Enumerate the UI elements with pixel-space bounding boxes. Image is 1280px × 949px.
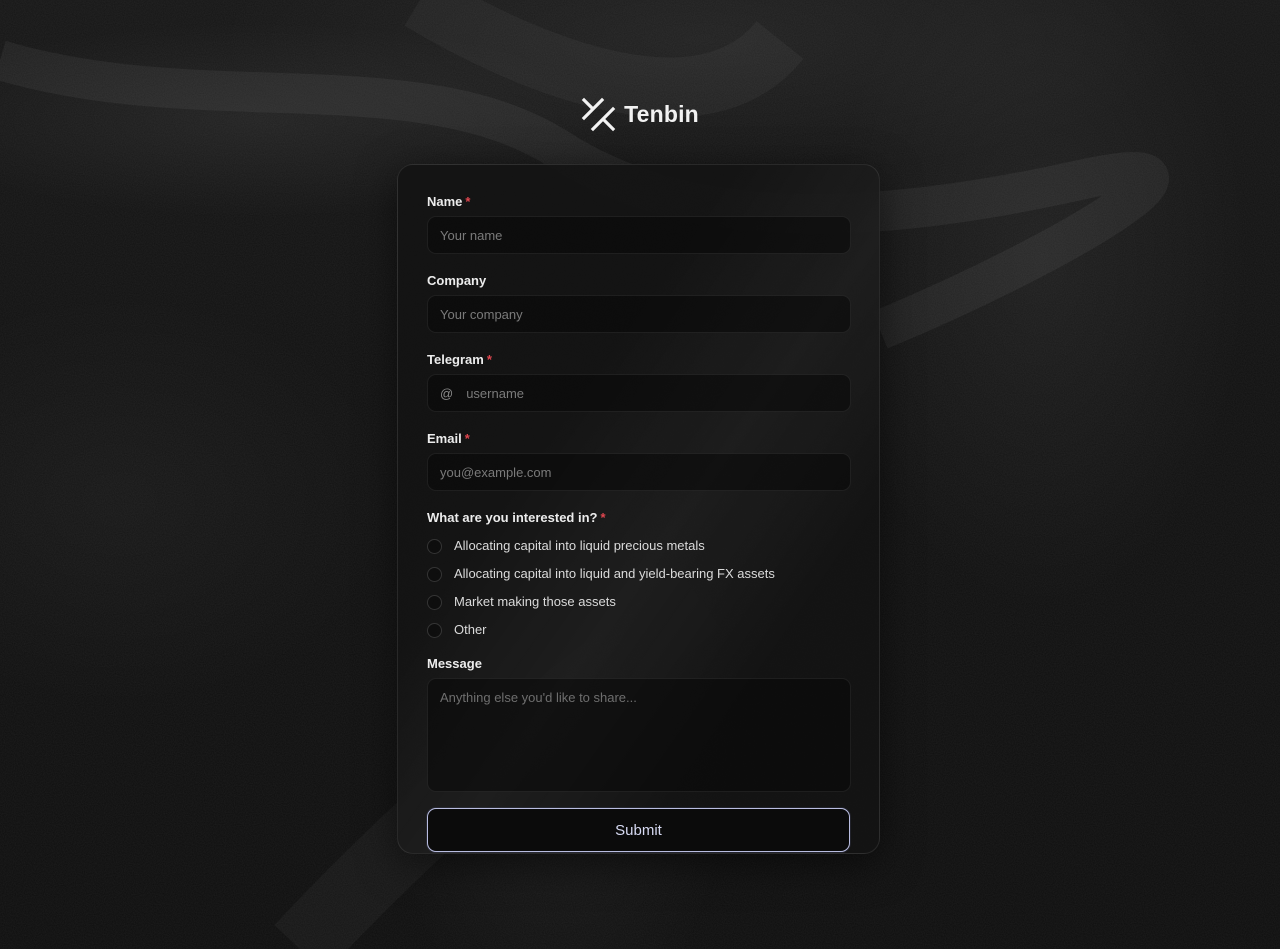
option-label: Other xyxy=(454,621,487,637)
company-input[interactable]: Your company xyxy=(427,295,851,333)
name-group: Name * Your name xyxy=(427,193,851,254)
interest-label: What are you interested in? * xyxy=(427,510,606,525)
name-input[interactable]: Your name xyxy=(427,216,851,254)
message-group: Message Anything else you'd like to shar… xyxy=(427,655,851,792)
required-mark: * xyxy=(465,194,471,209)
email-input[interactable]: you@example.com xyxy=(427,453,851,491)
at-prefix: @ xyxy=(440,385,454,401)
interest-options: Allocating capital into liquid precious … xyxy=(427,531,850,643)
message-textarea[interactable]: Anything else you'd like to share... xyxy=(427,678,851,792)
interest-option-other[interactable]: Other xyxy=(427,615,850,643)
telegram-input[interactable]: @ username xyxy=(427,374,851,412)
interest-group: What are you interested in? * Allocating … xyxy=(427,509,850,643)
radio-button[interactable] xyxy=(427,595,442,610)
company-label: Company xyxy=(427,273,487,288)
brand-header: Tenbin xyxy=(0,97,1280,132)
contact-form-card: Name * Your name Company Your company Tel… xyxy=(397,164,880,854)
submit-button[interactable]: Submit xyxy=(427,808,850,852)
option-label: Market making those assets xyxy=(454,593,616,609)
option-label: Allocating capital into liquid and yield… xyxy=(454,565,775,581)
company-placeholder: Your company xyxy=(440,306,523,322)
telegram-label: Telegram * xyxy=(427,352,492,367)
telegram-placeholder: username xyxy=(466,385,525,401)
telegram-group: Telegram * @ username xyxy=(427,351,851,412)
option-label: Allocating capital into liquid precious … xyxy=(454,537,705,553)
required-mark: * xyxy=(464,431,470,446)
interest-option-fx-assets[interactable]: Allocating capital into liquid and yield… xyxy=(427,559,850,587)
radio-button[interactable] xyxy=(427,539,442,554)
name-label: Name * xyxy=(427,194,471,209)
brand-name: Tenbin xyxy=(624,101,699,127)
email-label: Email * xyxy=(427,431,470,446)
company-group: Company Your company xyxy=(427,272,851,333)
radio-button[interactable] xyxy=(427,623,442,638)
required-mark: * xyxy=(486,352,492,367)
email-group: Email * you@example.com xyxy=(427,430,851,491)
email-placeholder: you@example.com xyxy=(440,464,552,480)
radio-button[interactable] xyxy=(427,567,442,582)
tenbin-logo-icon xyxy=(581,97,616,132)
message-placeholder: Anything else you'd like to share... xyxy=(440,690,637,705)
message-label: Message xyxy=(427,656,482,671)
interest-option-precious-metals[interactable]: Allocating capital into liquid precious … xyxy=(427,531,850,559)
name-placeholder: Your name xyxy=(440,227,503,243)
required-mark: * xyxy=(600,510,606,525)
interest-option-market-making[interactable]: Market making those assets xyxy=(427,587,850,615)
